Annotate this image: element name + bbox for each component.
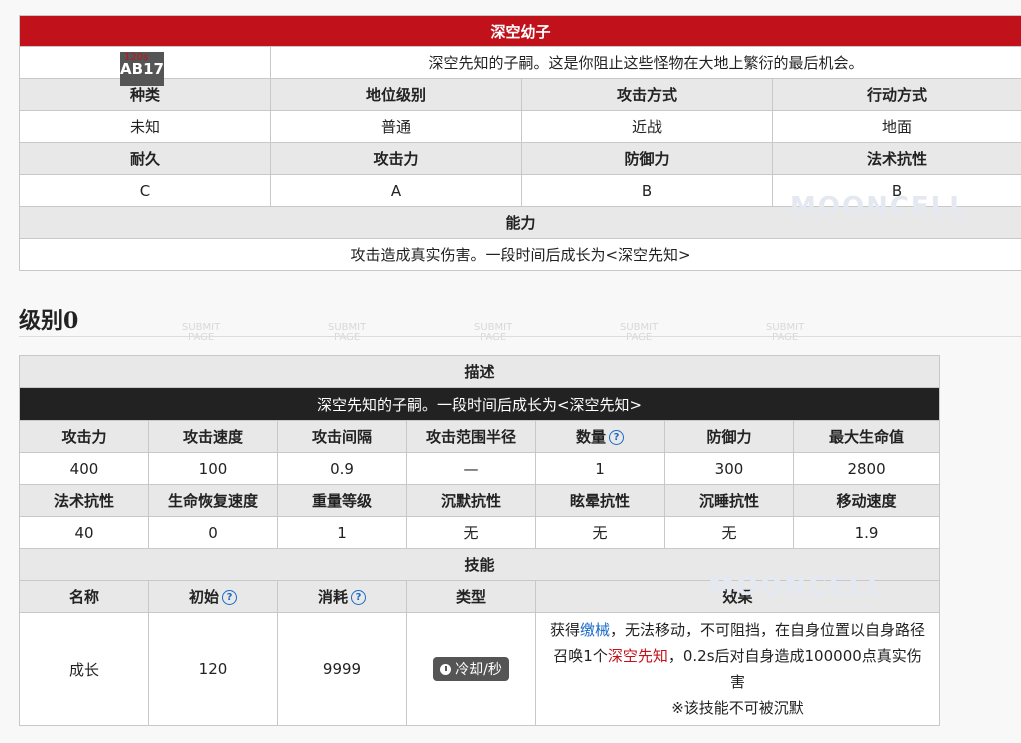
- value-rank: 普通: [270, 110, 522, 143]
- stat-header: 法术抗性: [19, 484, 149, 517]
- stat-header: 沉睡抗性: [664, 484, 794, 517]
- watermark-submit: SUBMIT PAGE: [328, 322, 367, 343]
- skill-header-initial: 初始?: [148, 580, 278, 613]
- level-stats-table: 描述 深空先知的子嗣。一段时间后成长为<深空先知> 攻击力 攻击速度 攻击间隔 …: [18, 355, 941, 726]
- label-resistance: 法术抗性: [771, 142, 1021, 175]
- enemy-description: 深空先知的子嗣。这是你阻止这些怪物在大地上繁衍的最后机会。: [269, 46, 1021, 79]
- enemy-info-table: 深空幼子 深空先知的子嗣。这是你阻止这些怪物在大地上繁衍的最后机会。 种类 地位…: [18, 15, 1021, 271]
- stat-value: 1.9: [792, 516, 941, 549]
- watermark-submit: SUBMIT PAGE: [620, 322, 659, 343]
- ability-text: 攻击造成真实伤害。一段时间后成长为<深空先知>: [18, 238, 1021, 271]
- stat-header: 最大生命值: [792, 420, 941, 453]
- skill-initial: 120: [148, 612, 278, 726]
- stat-header: 攻击间隔: [277, 420, 407, 453]
- stat-value: 100: [148, 452, 278, 485]
- watermark-submit: SUBMIT PAGE: [766, 322, 805, 343]
- watermark-submit: SUBMIT PAGE: [474, 322, 513, 343]
- desc-label: 描述: [18, 355, 941, 388]
- label-attack-mode: 攻击方式: [521, 78, 773, 111]
- stat-value: 无: [406, 516, 536, 549]
- stat-value: 2800: [792, 452, 941, 485]
- divider: [19, 336, 1021, 337]
- skill-header-cost: 消耗?: [277, 580, 407, 613]
- stat-header: 攻击速度: [148, 420, 278, 453]
- label-defense: 防御力: [521, 142, 773, 175]
- help-icon[interactable]: ?: [351, 590, 366, 605]
- link-disarm[interactable]: 缴械: [580, 621, 610, 639]
- value-attack-mode: 近战: [521, 110, 773, 143]
- stat-header: 眩晕抗性: [535, 484, 665, 517]
- desc-text: 深空先知的子嗣。一段时间后成长为<深空先知>: [18, 387, 941, 421]
- stat-value: 无: [535, 516, 665, 549]
- stat-value: 300: [664, 452, 794, 485]
- skill-cost: 9999: [277, 612, 407, 726]
- stat-value: 400: [19, 452, 149, 485]
- skill-note: ※该技能不可被沉默: [671, 699, 804, 717]
- enemy-name: 深空幼子: [18, 15, 1021, 47]
- label-rank: 地位级别: [270, 78, 522, 111]
- ghost-number: 120s: [124, 52, 149, 63]
- stat-header: 生命恢复速度: [148, 484, 278, 517]
- label-move-mode: 行动方式: [771, 78, 1021, 111]
- stat-value: 0.9: [277, 452, 407, 485]
- stat-header: 防御力: [664, 420, 794, 453]
- stat-value: —: [406, 452, 536, 485]
- stat-value: 1: [535, 452, 665, 485]
- value-type: 未知: [19, 110, 271, 143]
- skill-type-cell: 冷却/秒: [406, 612, 536, 726]
- clock-icon: [440, 664, 452, 675]
- label-attack: 攻击力: [270, 142, 522, 175]
- watermark-submit: SUBMIT PAGE: [182, 322, 221, 343]
- skill-type-badge: 冷却/秒: [433, 657, 509, 681]
- skill-header-name: 名称: [19, 580, 149, 613]
- stat-header: 攻击范围半径: [406, 420, 536, 453]
- stat-value: 40: [19, 516, 149, 549]
- skill-header-type: 类型: [406, 580, 536, 613]
- watermark-brand: MOONCELL: [708, 572, 886, 602]
- help-icon[interactable]: ?: [609, 430, 624, 445]
- skill-name: 成长: [19, 612, 149, 726]
- link-deep-prophet[interactable]: 深空先知: [608, 647, 668, 665]
- watermark-brand: MOONCELL: [790, 192, 968, 222]
- stat-header: 沉默抗性: [406, 484, 536, 517]
- stat-value: 无: [664, 516, 794, 549]
- value-attack: A: [270, 174, 522, 207]
- help-icon[interactable]: ?: [222, 590, 237, 605]
- skill-effect: 获得缴械，无法移动，不可阻挡，在自身位置以自身路径召唤1个深空先知，0.2s后对…: [534, 612, 941, 726]
- value-move-mode: 地面: [771, 110, 1021, 143]
- level-title: 级别0: [19, 308, 79, 334]
- value-endurance: C: [19, 174, 271, 207]
- stat-header: 攻击力: [19, 420, 149, 453]
- stat-header-count: 数量?: [535, 420, 665, 453]
- value-defense: B: [521, 174, 773, 207]
- stat-header: 移动速度: [792, 484, 941, 517]
- stat-value: 0: [148, 516, 278, 549]
- stat-value: 1: [277, 516, 407, 549]
- label-endurance: 耐久: [19, 142, 271, 175]
- stat-header: 重量等级: [277, 484, 407, 517]
